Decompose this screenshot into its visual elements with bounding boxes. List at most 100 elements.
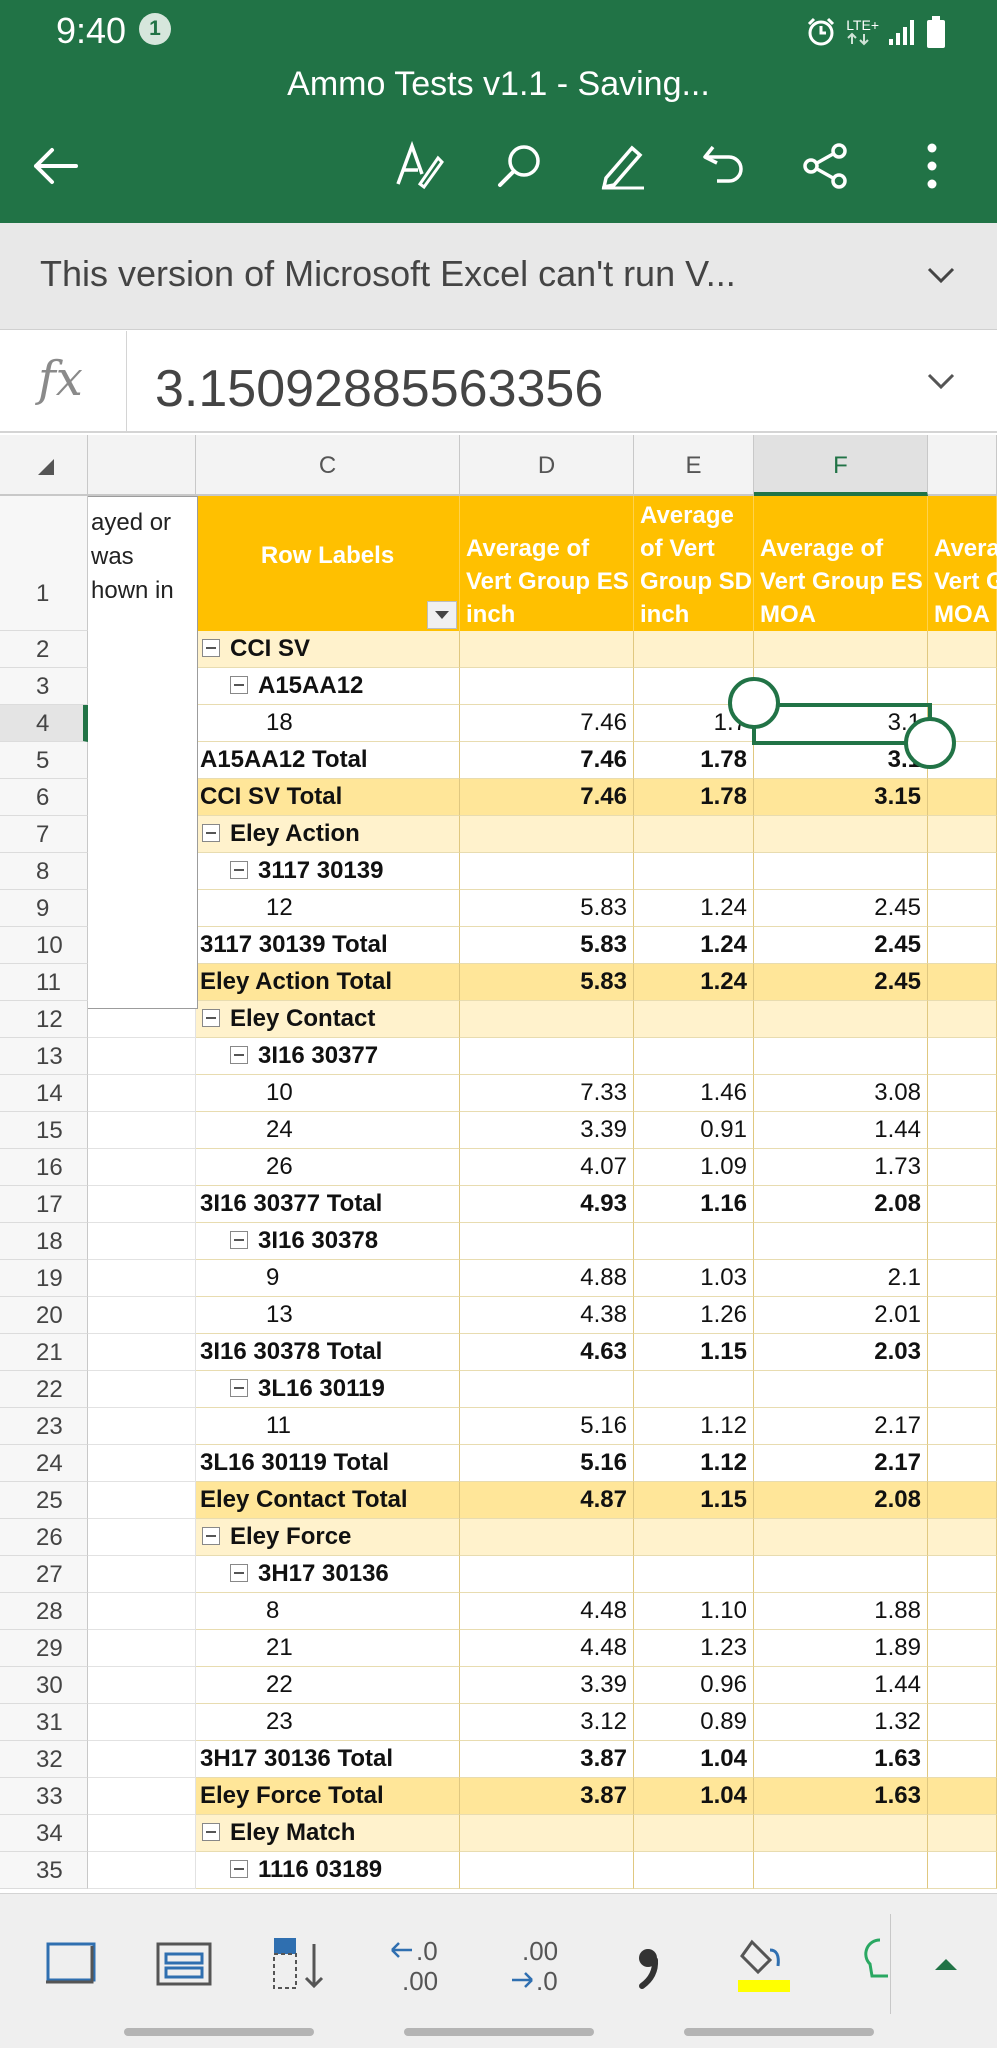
value-cell-e[interactable]: 1.03 [634, 1260, 754, 1297]
collapse-icon[interactable] [202, 1822, 220, 1841]
row-header[interactable]: 21 [0, 1334, 88, 1371]
value-cell-d[interactable]: 4.38 [460, 1297, 634, 1334]
collapse-icon[interactable] [202, 1008, 220, 1027]
value-cell-f[interactable]: 3.1 [754, 742, 928, 779]
row-label-cell[interactable]: 3I16 30378 [196, 1223, 460, 1260]
grid-cell[interactable] [88, 1815, 196, 1852]
row-label-cell[interactable]: 10 [196, 1075, 460, 1112]
value-cell-g[interactable] [928, 1630, 997, 1667]
collapse-icon[interactable] [230, 1859, 248, 1878]
value-cell-d[interactable] [460, 853, 634, 890]
value-cell-g[interactable] [928, 1445, 997, 1482]
value-cell-d[interactable]: 4.63 [460, 1334, 634, 1371]
increase-decimal-icon[interactable]: .00 .0 [498, 1924, 578, 2004]
row-label-cell[interactable]: CCI SV Total [196, 779, 460, 816]
value-cell-g[interactable] [928, 1741, 997, 1778]
value-cell-d[interactable]: 4.87 [460, 1482, 634, 1519]
grid-cell[interactable] [88, 1519, 196, 1556]
value-cell-f[interactable]: 2.17 [754, 1408, 928, 1445]
value-cell-e[interactable] [634, 631, 754, 668]
row-label-cell[interactable]: 12 [196, 890, 460, 927]
value-cell-g[interactable] [928, 1482, 997, 1519]
row-label-cell[interactable]: Eley Force Total [196, 1778, 460, 1815]
value-cell-f[interactable] [754, 1815, 928, 1852]
value-cell-g[interactable] [928, 1223, 997, 1260]
pivot-header-f[interactable]: Average of Vert Group ES MOA [754, 496, 928, 631]
row-header[interactable]: 34 [0, 1815, 88, 1852]
value-cell-d[interactable]: 3.12 [460, 1704, 634, 1741]
worksheet-grid[interactable]: CDEF 1 2 3 4 5 6 7 8 9 10 11 12 13 14 15 16 17 18 19 20 21 22… [0, 435, 997, 1893]
collapse-icon[interactable] [202, 1526, 220, 1545]
row-header[interactable]: 22 [0, 1371, 88, 1408]
pivot-header-d[interactable]: Average of Vert Group ES inch [460, 496, 634, 631]
value-cell-f[interactable] [754, 1001, 928, 1038]
row-header[interactable]: 7 [0, 816, 88, 853]
value-cell-e[interactable]: 1.78 [634, 742, 754, 779]
column-header[interactable]: E [634, 435, 754, 496]
value-cell-e[interactable]: 1.24 [634, 927, 754, 964]
row-label-cell[interactable]: Eley Force [196, 1519, 460, 1556]
row-label-cell[interactable]: 18 [196, 705, 460, 742]
row-label-cell[interactable]: Eley Action [196, 816, 460, 853]
value-cell-d[interactable] [460, 816, 634, 853]
freeze-top-row-icon[interactable] [144, 1924, 224, 2004]
row-header[interactable]: 4 [0, 705, 88, 742]
value-cell-e[interactable] [634, 1815, 754, 1852]
value-cell-d[interactable] [460, 1815, 634, 1852]
row-header[interactable]: 20 [0, 1297, 88, 1334]
value-cell-f[interactable] [754, 1852, 928, 1889]
back-arrow-icon[interactable] [24, 134, 88, 198]
fx-button[interactable]: fx [0, 331, 127, 431]
value-cell-g[interactable] [928, 1297, 997, 1334]
pen-icon[interactable] [590, 134, 654, 198]
search-icon[interactable] [487, 134, 551, 198]
grid-cell[interactable] [88, 1778, 196, 1815]
grid-cell[interactable] [88, 1186, 196, 1223]
value-cell-f[interactable] [754, 1556, 928, 1593]
formula-bar[interactable]: fx 3.15092885563356 [0, 331, 997, 433]
column-header[interactable] [928, 435, 997, 496]
value-cell-g[interactable] [928, 1704, 997, 1741]
value-cell-d[interactable] [460, 1519, 634, 1556]
value-cell-d[interactable]: 7.46 [460, 742, 634, 779]
row-label-cell[interactable]: Eley Action Total [196, 964, 460, 1001]
value-cell-f[interactable] [754, 631, 928, 668]
value-cell-e[interactable] [634, 1223, 754, 1260]
value-cell-e[interactable]: 1.78 [634, 779, 754, 816]
value-cell-d[interactable]: 5.83 [460, 890, 634, 927]
row-header[interactable]: 23 [0, 1408, 88, 1445]
grid-cell[interactable] [88, 1408, 196, 1445]
row-header[interactable]: 1 [0, 496, 88, 631]
row-header[interactable]: 17 [0, 1186, 88, 1223]
value-cell-f[interactable]: 1.44 [754, 1667, 928, 1704]
chevron-down-icon[interactable] [925, 259, 957, 296]
row-header[interactable]: 27 [0, 1556, 88, 1593]
row-label-cell[interactable]: 3L16 30119 [196, 1371, 460, 1408]
value-cell-f[interactable] [754, 668, 928, 705]
value-cell-f[interactable] [754, 1371, 928, 1408]
row-label-cell[interactable]: 1116 03189 [196, 1852, 460, 1889]
value-cell-g[interactable] [928, 1149, 997, 1186]
grid-cell[interactable] [88, 1038, 196, 1075]
value-cell-f[interactable]: 3.15 [754, 779, 928, 816]
column-header[interactable]: F [754, 435, 928, 496]
value-cell-e[interactable]: 1.10 [634, 1593, 754, 1630]
collapse-icon[interactable] [230, 1230, 248, 1249]
column-header[interactable] [88, 435, 196, 496]
value-cell-g[interactable] [928, 1778, 997, 1815]
value-cell-d[interactable]: 7.46 [460, 705, 634, 742]
value-cell-d[interactable]: 5.16 [460, 1445, 634, 1482]
column-header[interactable]: D [460, 435, 634, 496]
grid-cell[interactable] [88, 1667, 196, 1704]
value-cell-e[interactable] [634, 1519, 754, 1556]
row-label-cell[interactable]: Eley Match [196, 1815, 460, 1852]
value-cell-f[interactable]: 1.63 [754, 1741, 928, 1778]
row-header[interactable]: 6 [0, 779, 88, 816]
row-label-cell[interactable]: 13 [196, 1297, 460, 1334]
row-header[interactable]: 11 [0, 964, 88, 1001]
row-header[interactable]: 28 [0, 1593, 88, 1630]
value-cell-e[interactable]: 1.15 [634, 1334, 754, 1371]
row-header[interactable]: 13 [0, 1038, 88, 1075]
value-cell-g[interactable] [928, 927, 997, 964]
row-label-cell[interactable]: 11 [196, 1408, 460, 1445]
